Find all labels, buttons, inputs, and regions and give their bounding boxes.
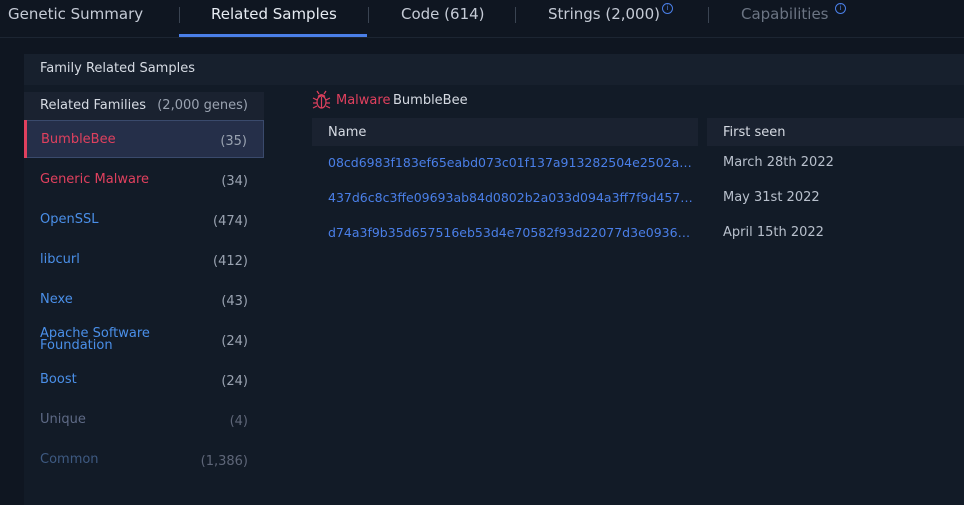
family-name: libcurl [40, 252, 80, 267]
family-name: Generic Malware [40, 172, 149, 187]
tab-code[interactable]: Code (614) [401, 0, 485, 35]
family-count: (43) [221, 294, 248, 309]
families-gene-count: (2,000 genes) [157, 98, 248, 113]
bug-icon [312, 90, 331, 109]
family-count: (412) [213, 254, 248, 269]
family-item-unique[interactable]: Unique (4) [24, 400, 264, 438]
info-icon[interactable]: i [662, 3, 673, 14]
tab-strings[interactable]: Strings (2,000) [548, 0, 660, 35]
sample-first-seen: May 31st 2022 [723, 190, 820, 205]
tab-related-samples[interactable]: Related Samples [211, 0, 337, 35]
family-count: (24) [221, 374, 248, 389]
tab-capabilities[interactable]: Capabilities [741, 0, 829, 35]
active-tab-indicator [179, 34, 367, 37]
malware-family-name: BumbleBee [393, 93, 468, 108]
family-name: Unique [40, 412, 86, 427]
family-name: Apache Software Foundation [40, 326, 150, 353]
sample-first-seen: April 15th 2022 [723, 225, 824, 240]
family-count: (35) [220, 134, 247, 149]
tab-genetic-summary[interactable]: Genetic Summary [8, 0, 143, 35]
column-header-first-seen[interactable]: First seen [707, 118, 964, 146]
info-icon[interactable]: i [835, 3, 846, 14]
sample-hash-link[interactable]: d74a3f9b35d657516eb53d4e70582f93d22077d3… [328, 225, 698, 240]
tab-separator [368, 7, 369, 23]
column-header-label: First seen [723, 125, 786, 140]
family-name: BumbleBee [41, 132, 116, 147]
column-header-name[interactable]: Name [312, 118, 698, 146]
family-item-common[interactable]: Common (1,386) [24, 440, 264, 478]
family-count: (1,386) [200, 454, 248, 469]
panel-title: Family Related Samples [40, 61, 195, 76]
family-count: (474) [213, 214, 248, 229]
tab-separator [515, 7, 516, 23]
sample-hash-link[interactable]: 437d6c8c3ffe09693ab84d0802b2a033d094a3ff… [328, 190, 698, 205]
family-name: Common [40, 452, 99, 467]
family-name: Nexe [40, 292, 73, 307]
family-item-generic-malware[interactable]: Generic Malware (34) [24, 160, 264, 198]
column-header-label: Name [328, 125, 367, 140]
family-name: Boost [40, 372, 77, 387]
malware-type-label: Malware [336, 93, 391, 108]
sample-hash-link[interactable]: 08cd6983f183ef65eabd073c01f137a913282504… [328, 155, 698, 170]
sample-first-seen: March 28th 2022 [723, 155, 834, 170]
family-item-boost[interactable]: Boost (24) [24, 360, 264, 398]
family-item-openssl[interactable]: OpenSSL (474) [24, 200, 264, 238]
family-count: (4) [229, 414, 248, 429]
family-item-apache-software-foundation[interactable]: Apache Software Foundation (24) [24, 320, 264, 358]
family-count: (24) [221, 334, 248, 349]
family-item-libcurl[interactable]: libcurl (412) [24, 240, 264, 278]
tab-bar: Genetic Summary Related Samples Code (61… [0, 0, 964, 38]
tab-separator [708, 7, 709, 23]
families-header-label: Related Families [40, 98, 147, 113]
family-item-bumblebee[interactable]: BumbleBee (35) [24, 120, 264, 158]
tab-separator [179, 7, 180, 23]
family-count: (34) [221, 174, 248, 189]
family-item-nexe[interactable]: Nexe (43) [24, 280, 264, 318]
family-name: OpenSSL [40, 212, 99, 227]
